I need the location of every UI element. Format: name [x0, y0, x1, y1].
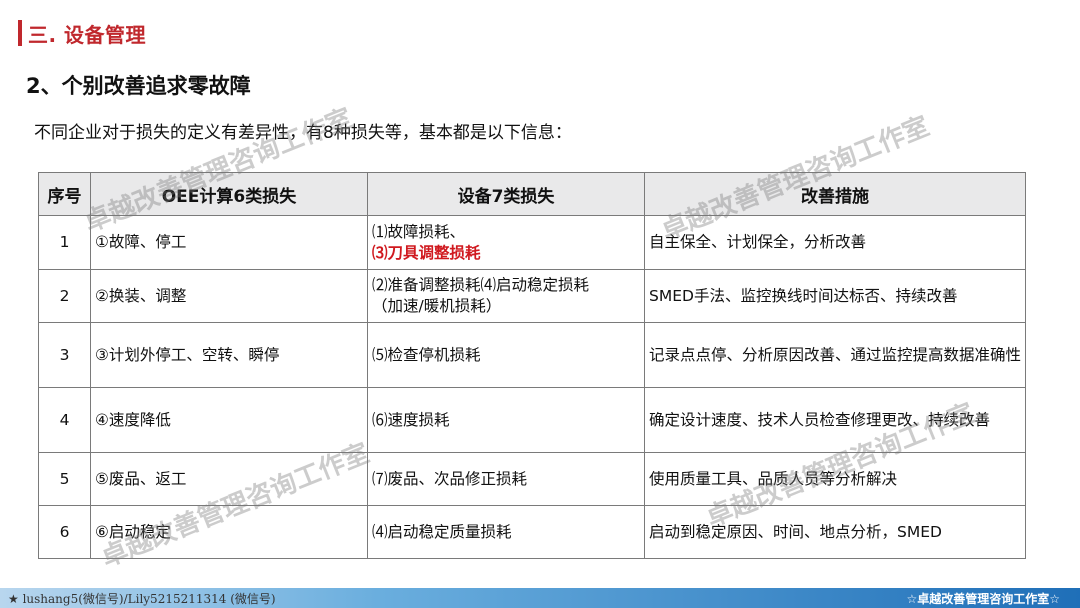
table-row: 4 ④速度降低 ⑹速度损耗 确定设计速度、技术人员检查修理更改、持续改善 [38, 387, 1026, 453]
equipment-loss-cell: ⑸检查停机损耗 [367, 322, 645, 388]
equipment-loss-line: ⑵准备调整损耗⑷启动稳定损耗 [372, 276, 590, 294]
equipment-loss-line: （加速/暖机损耗） [372, 297, 502, 315]
equipment-loss-cell: ⑴故障损耗、 ⑶刀具调整损耗 [367, 215, 645, 270]
row-index: 4 [38, 387, 91, 453]
equipment-loss-line: ⑴故障损耗、 [372, 222, 466, 241]
equipment-loss-cell: ⑵准备调整损耗⑷启动稳定损耗 （加速/暖机损耗） [367, 269, 645, 323]
slide-subtitle: 2、个别改善追求零故障 [26, 74, 251, 98]
loss-table: 序号 OEE计算6类损失 设备7类损失 改善措施 1 ①故障、停工 ⑴故障损耗、… [38, 172, 1026, 559]
table-row: 1 ①故障、停工 ⑴故障损耗、 ⑶刀具调整损耗 自主保全、计划保全，分析改善 [38, 215, 1026, 270]
header-equipment-loss: 设备7类损失 [367, 172, 645, 216]
header-index: 序号 [38, 172, 91, 216]
equipment-loss-cell: ⑷启动稳定质量损耗 [367, 505, 645, 559]
measure-cell: SMED手法、监控换线时间达标否、持续改善 [644, 269, 1026, 323]
table-row: 5 ⑤废品、返工 ⑺废品、次品修正损耗 使用质量工具、品质人员等分析解决 [38, 452, 1026, 506]
table-row: 2 ②换装、调整 ⑵准备调整损耗⑷启动稳定损耗 （加速/暖机损耗） SMED手法… [38, 269, 1026, 323]
oee-loss-cell: ①故障、停工 [90, 215, 368, 270]
measure-cell: 使用质量工具、品质人员等分析解决 [644, 452, 1026, 506]
equipment-loss-highlight: ⑶刀具调整损耗 [372, 243, 481, 262]
intro-text: 不同企业对于损失的定义有差异性，有8种损失等，基本都是以下信息： [34, 123, 572, 143]
section-title: 三. 设备管理 [28, 22, 147, 47]
table-header-row: 序号 OEE计算6类损失 设备7类损失 改善措施 [38, 172, 1026, 216]
measure-cell: 记录点点停、分析原因改善、通过监控提高数据准确性 [644, 322, 1026, 388]
equipment-loss-cell: ⑺废品、次品修正损耗 [367, 452, 645, 506]
row-index: 3 [38, 322, 91, 388]
footer-brand: ☆卓越改善管理咨询工作室☆ [906, 592, 1060, 606]
row-index: 5 [38, 452, 91, 506]
oee-loss-cell: ④速度降低 [90, 387, 368, 453]
row-index: 1 [38, 215, 91, 270]
oee-loss-cell: ⑥启动稳定 [90, 505, 368, 559]
measure-cell: 启动到稳定原因、时间、地点分析，SMED [644, 505, 1026, 559]
header-measures: 改善措施 [644, 172, 1026, 216]
table-row: 3 ③计划外停工、空转、瞬停 ⑸检查停机损耗 记录点点停、分析原因改善、通过监控… [38, 322, 1026, 388]
row-index: 6 [38, 505, 91, 559]
row-index: 2 [38, 269, 91, 323]
measure-cell: 自主保全、计划保全，分析改善 [644, 215, 1026, 270]
oee-loss-cell: ②换装、调整 [90, 269, 368, 323]
header-oee-loss: OEE计算6类损失 [90, 172, 368, 216]
equipment-loss-cell: ⑹速度损耗 [367, 387, 645, 453]
table-row: 6 ⑥启动稳定 ⑷启动稳定质量损耗 启动到稳定原因、时间、地点分析，SMED [38, 505, 1026, 559]
footer-contact: ★ lushang5(微信号)/Lily5215211314 (微信号) [8, 592, 276, 606]
oee-loss-cell: ⑤废品、返工 [90, 452, 368, 506]
oee-loss-cell: ③计划外停工、空转、瞬停 [90, 322, 368, 388]
footer-bar: ★ lushang5(微信号)/Lily5215211314 (微信号) ☆卓越… [0, 588, 1080, 608]
section-marker [18, 20, 22, 46]
section-header: 三. 设备管理 [18, 20, 147, 47]
measure-cell: 确定设计速度、技术人员检查修理更改、持续改善 [644, 387, 1026, 453]
